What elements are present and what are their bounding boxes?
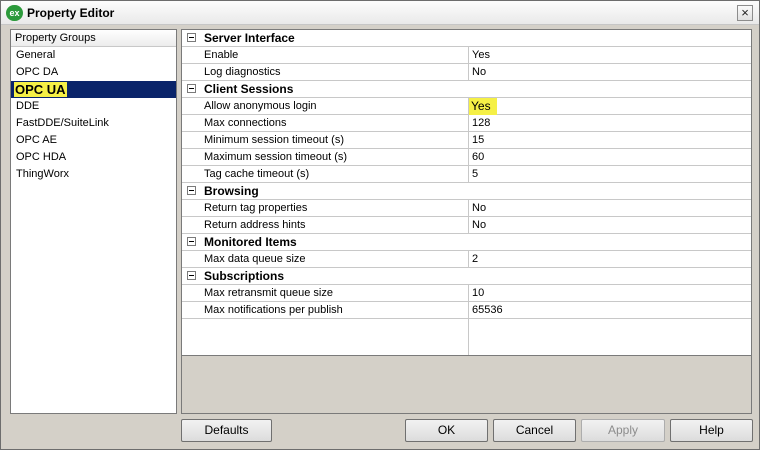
collapse-icon[interactable]: [187, 84, 196, 93]
collapse-icon[interactable]: [187, 33, 196, 42]
property-label: Minimum session timeout (s): [204, 134, 344, 146]
collapse-icon[interactable]: [187, 271, 196, 280]
category-server-interface: Server Interface: [182, 30, 751, 47]
property-row-enable[interactable]: Enable Yes: [182, 47, 751, 64]
property-value[interactable]: Yes: [469, 98, 497, 115]
group-item-dde[interactable]: DDE: [11, 98, 176, 115]
property-value[interactable]: No: [472, 202, 486, 214]
title-bar[interactable]: ex Property Editor ×: [1, 1, 759, 25]
category-label: Client Sessions: [204, 82, 294, 96]
ok-button[interactable]: OK: [405, 419, 488, 442]
category-label: Subscriptions: [204, 269, 285, 283]
help-button[interactable]: Help: [670, 419, 753, 442]
property-value[interactable]: No: [472, 219, 486, 231]
property-label: Return tag properties: [204, 202, 308, 214]
property-row-max-data-queue-size[interactable]: Max data queue size 2: [182, 251, 751, 268]
property-label: Enable: [204, 49, 239, 61]
property-row-log-diagnostics[interactable]: Log diagnostics No: [182, 64, 751, 81]
category-label: Server Interface: [204, 31, 295, 45]
category-subscriptions: Subscriptions: [182, 268, 751, 285]
description-divider: [182, 355, 751, 356]
collapse-icon[interactable]: [187, 237, 196, 246]
property-value[interactable]: 5: [472, 168, 478, 180]
property-label: Allow anonymous login: [204, 100, 317, 112]
property-value[interactable]: No: [472, 66, 486, 78]
app-icon: ex: [6, 5, 23, 21]
group-item-opc-ua[interactable]: OPC UA: [11, 81, 176, 98]
property-label: Max notifications per publish: [204, 304, 343, 316]
property-label: Max retransmit queue size: [204, 287, 333, 299]
property-grid-panel: Server Interface Enable Yes Log diagnost…: [181, 29, 752, 414]
property-label: Log diagnostics: [204, 66, 281, 78]
property-grid: Server Interface Enable Yes Log diagnost…: [182, 30, 751, 355]
property-row-return-address-hints[interactable]: Return address hints No: [182, 217, 751, 234]
group-item-opc-ae[interactable]: OPC AE: [11, 132, 176, 149]
property-value[interactable]: 2: [472, 253, 478, 265]
apply-button[interactable]: Apply: [581, 419, 665, 442]
property-value[interactable]: Yes: [472, 49, 490, 61]
category-label: Browsing: [204, 184, 259, 198]
property-groups-panel: Property Groups General OPC DA OPC UA DD…: [10, 29, 177, 414]
property-value[interactable]: 65536: [472, 304, 503, 316]
category-monitored-items: Monitored Items: [182, 234, 751, 251]
property-row-minimum-session-timeout[interactable]: Minimum session timeout (s) 15: [182, 132, 751, 149]
category-browsing: Browsing: [182, 183, 751, 200]
group-item-general[interactable]: General: [11, 47, 176, 64]
group-item-opc-da[interactable]: OPC DA: [11, 64, 176, 81]
group-item-opc-hda[interactable]: OPC HDA: [11, 149, 176, 166]
close-icon[interactable]: ×: [737, 5, 753, 21]
property-groups-header: Property Groups: [11, 30, 176, 47]
defaults-button[interactable]: Defaults: [181, 419, 272, 442]
property-value[interactable]: 60: [472, 151, 484, 163]
property-label: Maximum session timeout (s): [204, 151, 348, 163]
group-item-thingworx[interactable]: ThingWorx: [11, 166, 176, 183]
property-row-tag-cache-timeout[interactable]: Tag cache timeout (s) 5: [182, 166, 751, 183]
property-row-max-retransmit-queue-size[interactable]: Max retransmit queue size 10: [182, 285, 751, 302]
property-editor-window: ex Property Editor × Property Groups Gen…: [0, 0, 760, 450]
property-row-max-notifications-per-publish[interactable]: Max notifications per publish 65536: [182, 302, 751, 319]
property-label: Return address hints: [204, 219, 306, 231]
property-row-max-connections[interactable]: Max connections 128: [182, 115, 751, 132]
property-value[interactable]: 15: [472, 134, 484, 146]
window-title: Property Editor: [27, 6, 115, 20]
property-value[interactable]: 10: [472, 287, 484, 299]
category-client-sessions: Client Sessions: [182, 81, 751, 98]
group-item-fastdde-suitelink[interactable]: FastDDE/SuiteLink: [11, 115, 176, 132]
collapse-icon[interactable]: [187, 186, 196, 195]
property-row-allow-anonymous-login[interactable]: Allow anonymous login Yes: [182, 98, 751, 115]
property-label: Tag cache timeout (s): [204, 168, 310, 180]
cancel-button[interactable]: Cancel: [493, 419, 576, 442]
category-label: Monitored Items: [204, 235, 297, 249]
property-label: Max connections: [204, 117, 287, 129]
property-row-maximum-session-timeout[interactable]: Maximum session timeout (s) 60: [182, 149, 751, 166]
property-label: Max data queue size: [204, 253, 306, 265]
property-row-return-tag-properties[interactable]: Return tag properties No: [182, 200, 751, 217]
property-value[interactable]: 128: [472, 117, 490, 129]
